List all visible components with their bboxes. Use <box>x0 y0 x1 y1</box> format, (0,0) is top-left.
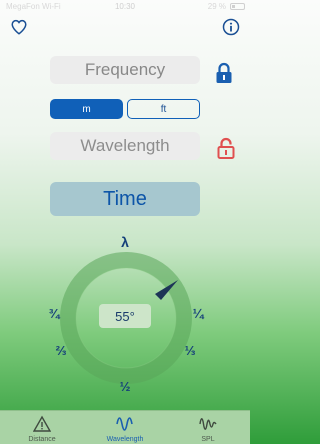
unit-feet-label: ft <box>160 103 167 115</box>
status-bar: MegaFon Wi-Fi 10:30 29 % <box>0 0 250 14</box>
lock-closed-icon[interactable] <box>215 62 233 84</box>
tab-bar: Distance Wavelength SPL <box>0 410 250 444</box>
angle-value: 55° <box>115 308 135 324</box>
tab-spl[interactable]: SPL <box>166 411 250 444</box>
frequency-field[interactable]: Frequency <box>50 56 200 84</box>
warning-triangle-icon <box>33 415 51 432</box>
lock-open-icon[interactable] <box>217 137 235 159</box>
heart-icon[interactable] <box>10 18 28 36</box>
unit-meters-label: m <box>82 103 91 115</box>
dial-lambda-label: λ <box>121 234 129 250</box>
battery-percent: 29 % <box>207 2 226 11</box>
dial-three-quarter-label: ¾ <box>48 306 60 321</box>
unit-feet-button[interactable]: ft <box>127 99 200 119</box>
unit-meters-button[interactable]: m <box>50 99 123 119</box>
wavelength-field[interactable]: Wavelength <box>50 132 200 160</box>
tab-spl-label: SPL <box>201 436 215 443</box>
wavelength-label: Wavelength <box>80 136 170 155</box>
dial-one-third-label: ⅓ <box>184 343 196 358</box>
dial-two-thirds-label: ⅔ <box>55 343 67 358</box>
wave-icon <box>116 417 133 431</box>
unit-selector: m ft <box>50 99 200 119</box>
dial-half-label: ½ <box>119 379 131 394</box>
frequency-label: Frequency <box>84 60 166 79</box>
sound-wave-icon <box>199 418 217 430</box>
tab-distance[interactable]: Distance <box>0 411 84 444</box>
tab-distance-label: Distance <box>28 436 56 443</box>
dial-quarter-label: ¼ <box>192 306 204 321</box>
info-icon[interactable] <box>222 18 240 36</box>
tab-wavelength-label: Wavelength <box>106 436 144 443</box>
tab-wavelength[interactable]: Wavelength <box>83 411 167 444</box>
time-button[interactable]: Time <box>50 182 200 216</box>
time-label: Time <box>103 187 147 210</box>
angle-readout: 55° <box>99 304 151 328</box>
battery-icon <box>230 3 245 10</box>
